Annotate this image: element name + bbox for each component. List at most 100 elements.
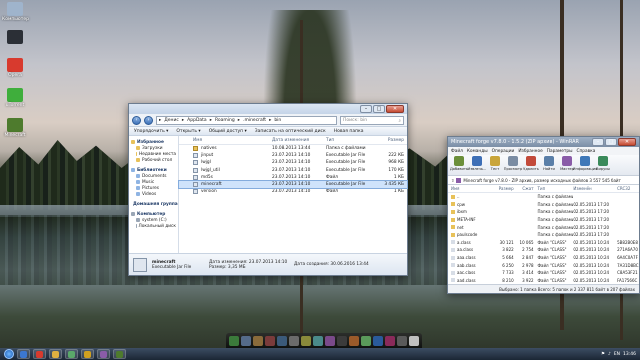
taskbar-app-5[interactable]: [81, 349, 94, 359]
column-crc[interactable]: CRC32: [617, 186, 639, 191]
language-indicator[interactable]: EN: [614, 352, 620, 357]
archive-row[interactable]: aac.class 7 733 3 414 Файл "CLASS" 02.05.201…: [448, 269, 639, 277]
taskbar-app-1[interactable]: [17, 349, 30, 359]
maximize-button[interactable]: □: [605, 138, 617, 146]
dock-app-icon[interactable]: [301, 335, 311, 346]
column-size[interactable]: Размер: [377, 138, 407, 143]
command-button[interactable]: Открыть ▾: [176, 129, 200, 134]
breadcrumb-item[interactable]: AppData: [187, 118, 207, 123]
forward-icon[interactable]: ›: [144, 115, 153, 125]
dock-app-icon[interactable]: [397, 335, 407, 346]
back-icon[interactable]: ‹: [132, 115, 141, 125]
breadcrumb-item[interactable]: bin: [274, 118, 281, 123]
column-date[interactable]: Дата изменения: [269, 138, 323, 143]
toolbar-button[interactable]: Просмотр: [504, 156, 522, 174]
flag-icon[interactable]: ⚑: [601, 352, 605, 357]
close-button[interactable]: ✕: [386, 105, 404, 113]
column-type[interactable]: Тип: [534, 186, 574, 191]
menu-item[interactable]: Файл: [451, 149, 463, 154]
file-row[interactable]: lwjgl_util 23.07.2013 14:10 Executable Jar…: [179, 167, 407, 174]
search-icon[interactable]: ⌕: [398, 118, 401, 124]
breadcrumb-item[interactable]: .minecraft: [243, 118, 266, 123]
archive-row[interactable]: a.class 30 121 10 065 Файл "CLASS" 02.05.201…: [448, 239, 639, 247]
address-bar[interactable]: ▸ Денис ▸ AppData ▸ Roaming ▸ .minecraft ▸ bin: [156, 115, 337, 125]
nav-item[interactable]: Videos: [131, 191, 176, 197]
desktop-shortcut[interactable]: Компьютер: [2, 2, 29, 22]
taskbar-app-3[interactable]: [49, 349, 62, 359]
dock-app-icon[interactable]: [253, 335, 263, 346]
dock-app-icon[interactable]: [373, 335, 383, 346]
menu-item[interactable]: Команды: [467, 149, 488, 154]
taskbar-app-2[interactable]: [33, 349, 46, 359]
explorer-window[interactable]: – □ ✕ ‹ › ▸ Денис ▸ AppData ▸ Roaming ▸ .minecr…: [128, 103, 408, 276]
menu-item[interactable]: Операции: [492, 149, 515, 154]
close-button[interactable]: ✕: [618, 138, 636, 146]
column-packed[interactable]: Сжат: [514, 186, 533, 191]
archive-row[interactable]: .. Папка с файлами: [448, 193, 639, 201]
desktop-shortcut[interactable]: [2, 30, 28, 45]
menu-item[interactable]: Справка: [576, 149, 595, 154]
desktop-shortcut[interactable]: uTorrent: [2, 88, 28, 108]
toolbar-button[interactable]: Вирусы: [595, 156, 611, 174]
archive-row[interactable]: aab.class 6 250 2 978 Файл "CLASS" 02.05.201…: [448, 261, 639, 269]
column-type[interactable]: Тип: [323, 138, 377, 143]
command-button[interactable]: Упорядочить ▾: [134, 129, 168, 134]
command-button[interactable]: Общий доступ ▾: [209, 129, 247, 134]
dock-app-icon[interactable]: [337, 335, 347, 346]
dock-app-icon[interactable]: [289, 335, 299, 346]
column-name[interactable]: Имя: [448, 186, 492, 191]
maximize-button[interactable]: □: [373, 105, 385, 113]
nav-item[interactable]: Рабочий стол: [131, 157, 176, 163]
archive-row[interactable]: paulscode Папка с файлами 02.05.2013 17:20: [448, 231, 639, 239]
file-row[interactable]: lwjgl 23.07.2013 14:10 Executable Jar File…: [179, 159, 407, 166]
nav-item[interactable]: Локальный диск: [131, 223, 176, 229]
archive-row[interactable]: aaa.class 5 664 2 847 Файл "CLASS" 02.05.201…: [448, 254, 639, 262]
column-size[interactable]: Размер: [492, 186, 514, 191]
taskbar-app-6[interactable]: [97, 349, 110, 359]
command-button[interactable]: Новая папка: [334, 129, 364, 134]
toolbar-button[interactable]: Найти: [541, 156, 557, 174]
dock-app-icon[interactable]: [229, 335, 239, 346]
toolbar-button[interactable]: Добавить: [450, 156, 468, 174]
archive-row[interactable]: ibxm Папка с файлами 02.05.2013 17:20: [448, 208, 639, 216]
search-input[interactable]: Поиск: bin ⌕: [340, 115, 404, 125]
column-name[interactable]: Имя: [179, 138, 269, 143]
file-row[interactable]: minecraft 23.07.2013 14:10 Executable Jar …: [178, 179, 408, 190]
command-button[interactable]: Записать на оптический диск: [255, 129, 326, 134]
dock-app-icon[interactable]: [265, 335, 275, 346]
toolbar-button[interactable]: Информация: [573, 156, 597, 174]
clock[interactable]: 13:46: [623, 352, 636, 357]
dock-app-icon[interactable]: [277, 335, 287, 346]
dock-app-icon[interactable]: [313, 335, 323, 346]
breadcrumb-item[interactable]: Roaming: [215, 118, 235, 123]
explorer-titlebar[interactable]: – □ ✕: [129, 104, 407, 114]
start-button[interactable]: [4, 349, 14, 359]
breadcrumb-item[interactable]: Денис: [164, 118, 179, 123]
toolbar-button[interactable]: Тест: [487, 156, 503, 174]
minimize-button[interactable]: –: [592, 138, 604, 146]
file-row[interactable]: natives 10.08.2013 13:44 Папка с файлами: [179, 145, 407, 152]
dock-app-icon[interactable]: [361, 335, 371, 346]
file-row[interactable]: jinput 23.07.2013 14:10 Executable Jar Fil…: [179, 152, 407, 159]
volume-icon[interactable]: ♪: [608, 352, 611, 357]
file-row[interactable]: md5s 23.07.2013 14:10 Файл 1 КБ: [179, 174, 407, 181]
archive-row[interactable]: aad.class 8 210 3 922 Файл "CLASS" 02.05.201…: [448, 277, 639, 284]
toolbar-button[interactable]: Удалить: [523, 156, 539, 174]
dock-app-icon[interactable]: [409, 335, 419, 346]
file-row[interactable]: version 23.07.2013 14:10 Файл 1 КБ: [179, 188, 407, 195]
winrar-titlebar[interactable]: Minecraft forge v7.8.0 - 1.5.2 (ZIP архи…: [448, 137, 639, 147]
toolbar-button[interactable]: Мастер: [559, 156, 575, 174]
archive-row[interactable]: aa.class 3 822 2 754 Файл "CLASS" 02.05.2013…: [448, 246, 639, 254]
column-modified[interactable]: Изменён: [573, 186, 617, 191]
up-folder-icon[interactable]: ⇧: [451, 178, 454, 183]
menu-item[interactable]: Избранное: [518, 149, 542, 154]
dock-app-icon[interactable]: [325, 335, 335, 346]
toolbar-button[interactable]: Извлечь...: [468, 156, 486, 174]
taskbar-app-7[interactable]: [113, 349, 126, 359]
archive-row[interactable]: net Папка с файлами 02.05.2013 17:20: [448, 223, 639, 231]
minimize-button[interactable]: –: [360, 105, 372, 113]
menu-item[interactable]: Параметры: [547, 149, 573, 154]
archive-row[interactable]: META-INF Папка с файлами 02.05.2013 17:20: [448, 216, 639, 224]
archive-row[interactable]: cpw Папка с файлами 02.05.2013 17:20: [448, 201, 639, 209]
desktop-shortcut[interactable]: Opera: [2, 58, 28, 78]
